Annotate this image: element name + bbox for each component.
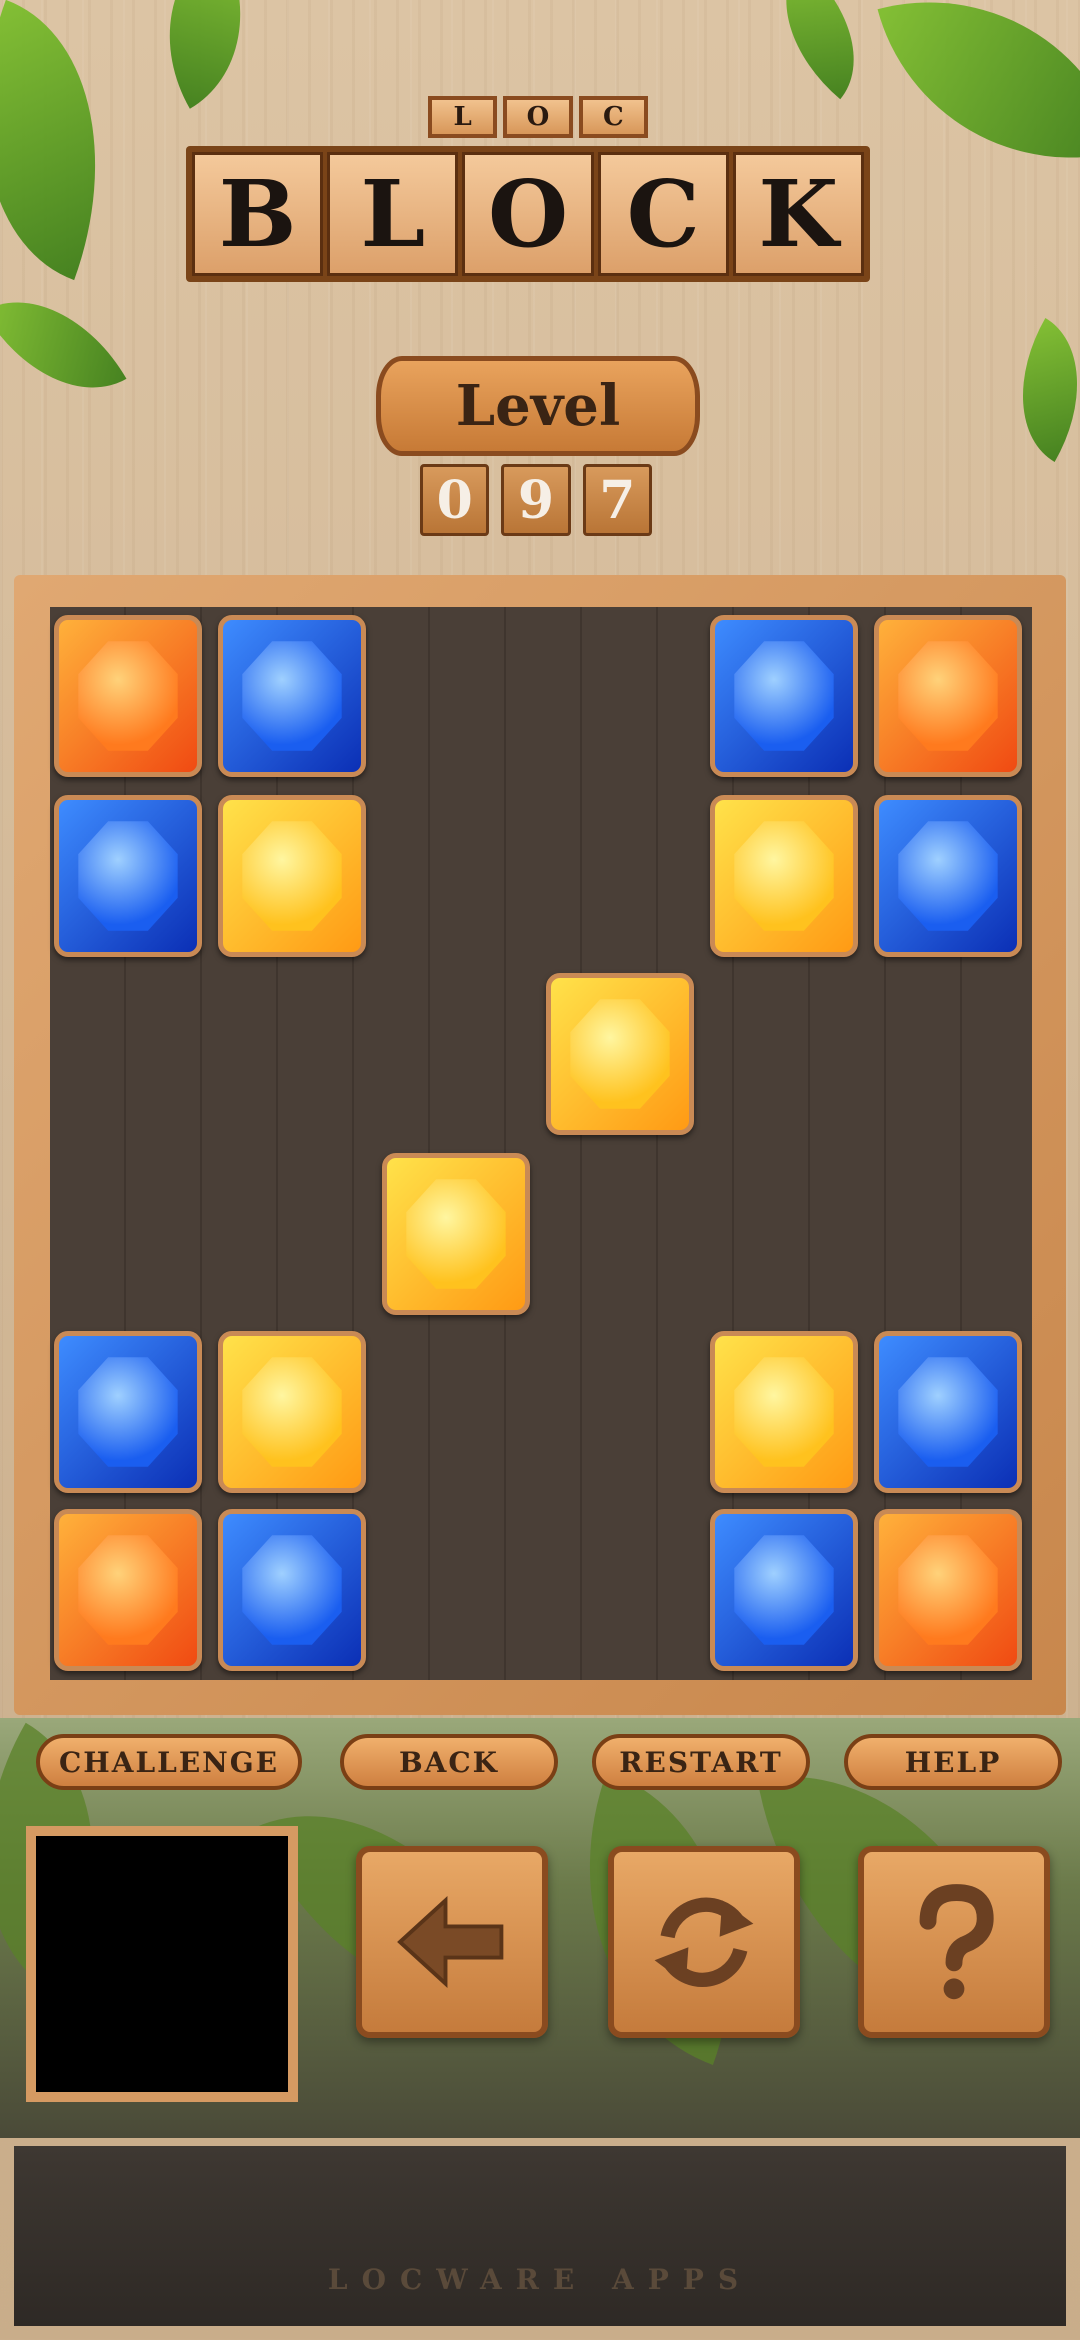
logo-letter: C (578, 96, 648, 138)
help-label[interactable]: HELP (844, 1734, 1062, 1790)
gem-blue[interactable] (710, 615, 858, 777)
gem-blue[interactable] (54, 795, 202, 957)
help-button[interactable] (858, 1846, 1050, 2038)
back-button[interactable] (356, 1846, 548, 2038)
refresh-icon (654, 1897, 754, 1987)
logo-letter: O (462, 152, 594, 276)
restart-label[interactable]: RESTART (592, 1734, 810, 1790)
game-board (50, 607, 1032, 1680)
gem-yellow[interactable] (710, 795, 858, 957)
question-mark-icon (919, 1884, 994, 2000)
logo-letter: O (503, 96, 573, 138)
gem-orange[interactable] (874, 1509, 1022, 1671)
gem-yellow[interactable] (382, 1153, 530, 1315)
gem-yellow[interactable] (546, 973, 694, 1135)
logo-loc: L O C (428, 96, 648, 138)
gem-orange[interactable] (874, 615, 1022, 777)
gem-blue[interactable] (874, 1331, 1022, 1493)
gem-blue[interactable] (218, 615, 366, 777)
logo-letter: L (327, 152, 459, 276)
logo-letter: L (428, 96, 498, 138)
back-label[interactable]: BACK (340, 1734, 558, 1790)
ad-placeholder (26, 1826, 298, 2102)
logo-letter: K (732, 152, 865, 276)
gem-yellow[interactable] (218, 795, 366, 957)
gem-yellow[interactable] (218, 1331, 366, 1493)
level-digit: 0 (420, 464, 490, 536)
logo-block: B L O C K (186, 146, 870, 282)
footer-brand: LOCWARE APPS (327, 2263, 753, 2296)
level-number: 0 9 7 (420, 464, 652, 536)
logo-letter: C (597, 152, 729, 276)
gem-yellow[interactable] (710, 1331, 858, 1493)
footer-bar: LOCWARE APPS (14, 2146, 1066, 2326)
gem-blue[interactable] (218, 1509, 366, 1671)
gem-blue[interactable] (710, 1509, 858, 1671)
gem-orange[interactable] (54, 1509, 202, 1671)
level-digit: 9 (501, 464, 571, 536)
board-frame (14, 575, 1066, 1715)
restart-button[interactable] (608, 1846, 800, 2038)
arrow-left-icon (397, 1895, 504, 1989)
gem-blue[interactable] (874, 795, 1022, 957)
gem-blue[interactable] (54, 1331, 202, 1493)
level-digit: 7 (582, 464, 652, 536)
level-label: Level (376, 356, 700, 456)
challenge-button[interactable]: CHALLENGE (36, 1734, 302, 1790)
gem-orange[interactable] (54, 615, 202, 777)
logo-letter: B (192, 152, 324, 276)
